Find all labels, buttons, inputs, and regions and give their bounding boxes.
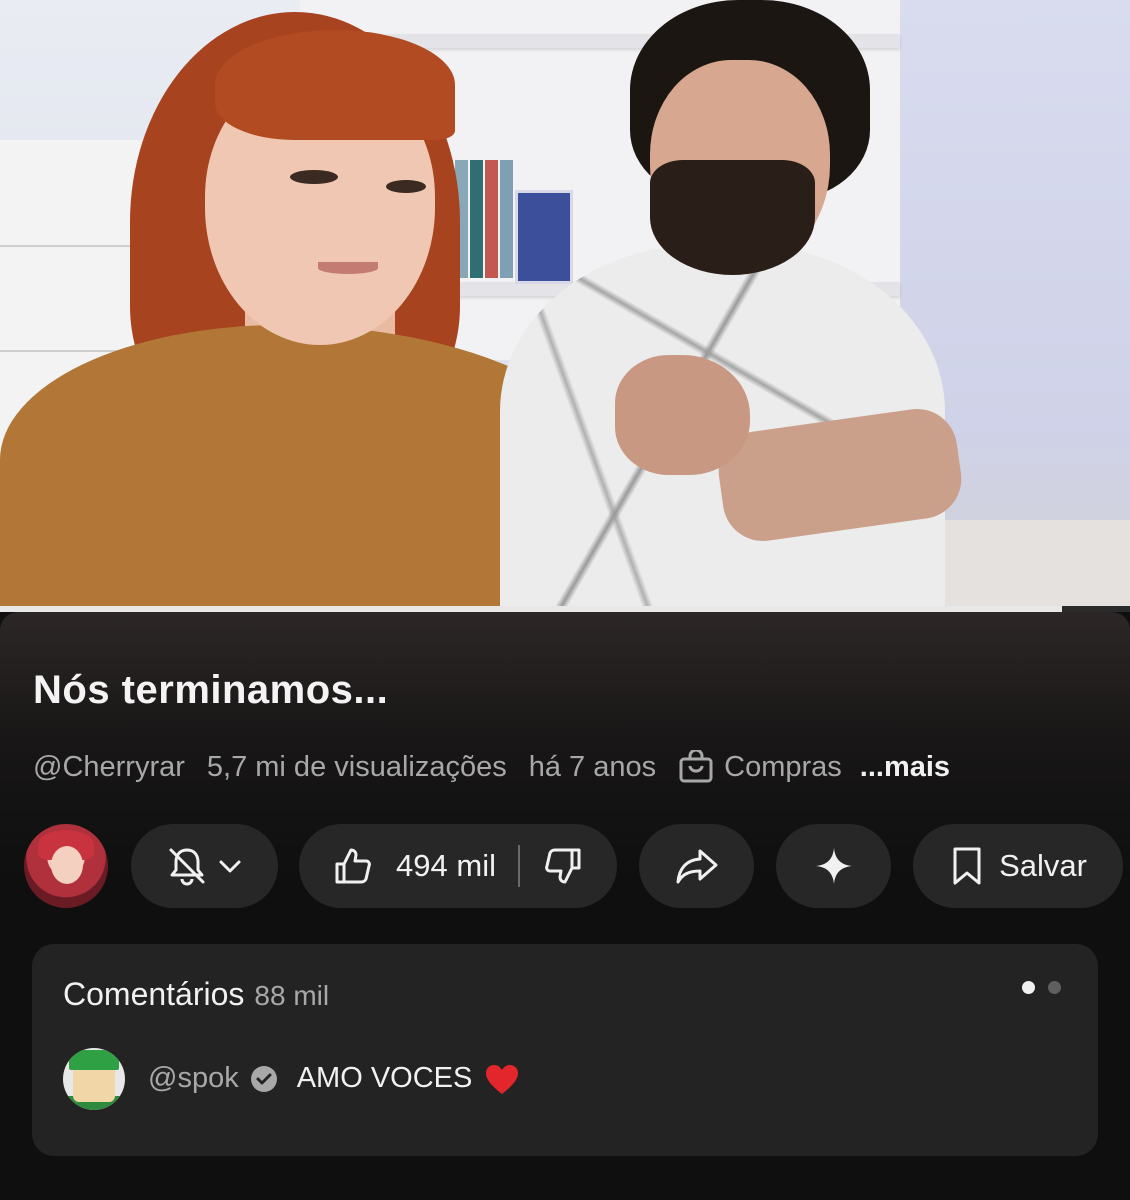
comments-count: 88 mil — [254, 980, 330, 1011]
person-right-hand — [615, 355, 750, 475]
person-left-bangs — [215, 30, 455, 140]
commenter-handle[interactable]: @spok — [148, 1062, 239, 1095]
ask-ai-button[interactable] — [776, 824, 891, 908]
carousel-dot-active[interactable] — [1022, 981, 1035, 994]
comments-header: Comentários 88 mil — [63, 976, 329, 1013]
comments-title: Comentários — [63, 976, 245, 1012]
save-label: Salvar — [999, 848, 1087, 883]
action-bar: 494 mil Salvar — [0, 824, 1130, 908]
carousel-dot[interactable] — [1048, 981, 1061, 994]
thumbs-up-icon[interactable] — [332, 845, 374, 887]
bell-off-icon — [169, 848, 204, 886]
like-count[interactable]: 494 mil — [396, 848, 496, 884]
more-button[interactable]: ...mais — [860, 751, 950, 784]
video-player[interactable] — [0, 0, 1130, 612]
like-dislike-group: 494 mil — [299, 824, 617, 908]
person-left-eye — [386, 180, 426, 193]
view-count: 5,7 mi de visualizações — [206, 750, 507, 783]
share-button[interactable] — [639, 824, 754, 908]
background-figure-box — [515, 190, 573, 284]
video-metadata[interactable]: @Cherryrar 5,7 mi de visualizações há 7 … — [33, 750, 950, 784]
verified-check-icon — [250, 1065, 277, 1092]
commenter-avatar[interactable] — [63, 1048, 125, 1110]
shopping-bag-icon[interactable] — [678, 750, 714, 784]
chevron-down-icon — [219, 860, 240, 873]
person-right-beard — [650, 160, 815, 275]
save-button[interactable]: Salvar — [913, 824, 1123, 908]
comment-text: AMO VOCES — [296, 1062, 473, 1094]
video-title[interactable]: Nós terminamos... — [33, 668, 388, 713]
person-left-mouth — [318, 262, 378, 274]
like-divider — [517, 845, 520, 887]
thumbs-down-icon[interactable] — [542, 845, 584, 887]
comments-card[interactable]: Comentários 88 mil @spok AMO VOCES — [32, 944, 1098, 1156]
sparkle-icon — [815, 848, 852, 884]
share-icon — [676, 849, 717, 884]
heart-icon — [486, 1064, 519, 1094]
notifications-button[interactable] — [131, 824, 278, 908]
top-comment[interactable]: @spok AMO VOCES — [148, 1062, 520, 1095]
shop-link[interactable]: Compras — [724, 751, 842, 784]
channel-avatar[interactable] — [24, 824, 108, 908]
channel-handle[interactable]: @Cherryrar — [33, 751, 185, 784]
upload-age: há 7 anos — [528, 750, 657, 783]
bookmark-icon — [953, 847, 981, 885]
person-left-eye — [290, 170, 338, 184]
